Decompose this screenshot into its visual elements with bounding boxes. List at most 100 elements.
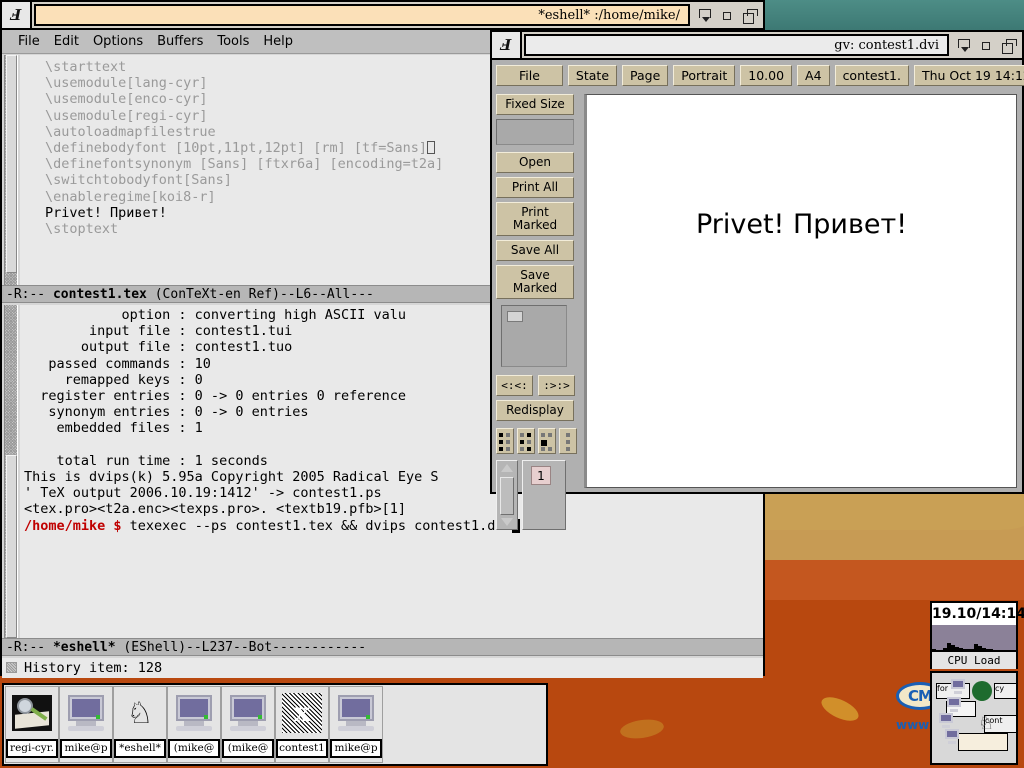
task-mike-at-p-1[interactable]: mike@p <box>59 686 113 763</box>
menu-edit[interactable]: Edit <box>48 33 85 50</box>
editor-cursor <box>427 141 436 155</box>
task-label: mike@p <box>330 739 382 758</box>
ghostscript-logo-icon <box>972 681 992 701</box>
pager-window-cy[interactable]: cy <box>994 683 1016 699</box>
task-label: (mike@ <box>222 739 274 758</box>
next-page-button[interactable]: :>:> <box>538 375 575 396</box>
gv-sidebar[interactable]: Fixed Size Open Print All Print Marked S… <box>496 94 578 530</box>
task-label: *eshell* <box>114 739 166 758</box>
state-menu-button[interactable]: State <box>567 64 618 86</box>
open-button[interactable]: Open <box>496 152 574 173</box>
editor-scrollbar[interactable] <box>4 55 18 285</box>
minibuffer-marker <box>6 662 17 673</box>
page-list[interactable]: 1 <box>522 460 566 530</box>
shade-button[interactable] <box>958 38 971 52</box>
gv-window-controls[interactable] <box>949 32 1022 58</box>
gv-toolbar[interactable]: File State Page Portrait 10.00 A4 contes… <box>492 60 1024 90</box>
menu-options[interactable]: Options <box>87 33 149 50</box>
document-rendered-text: Privet! Привет! <box>695 209 908 240</box>
taskbar[interactable]: regi-cyr. mike@p ♘ *eshell* (mike@ (mike… <box>2 683 548 766</box>
shade-button[interactable] <box>699 8 712 22</box>
task-label: contest1 <box>276 739 328 758</box>
menu-help[interactable]: Help <box>257 33 299 50</box>
close-button[interactable] <box>743 8 758 24</box>
task-mike-at-p-4[interactable]: mike@p <box>329 686 383 763</box>
shell-modeline-buffer: *eshell* <box>52 640 116 655</box>
lightning-icon: Ⅎ <box>492 32 522 58</box>
monitor-icon <box>946 697 964 714</box>
wallpaper-www-text: www. <box>896 718 934 732</box>
gv-titlebar[interactable]: Ⅎ gv: contest1.dvi <box>492 32 1022 60</box>
redisplay-button[interactable]: Redisplay <box>496 400 574 421</box>
shell-modeline: -R:-- *eshell* (EShell)--L237--Bot------… <box>2 638 763 656</box>
gv-title-text: gv: contest1.dvi <box>524 34 949 56</box>
mark-all-even-button[interactable] <box>496 428 514 454</box>
task-eshell[interactable]: ♘ *eshell* <box>113 686 167 763</box>
page-thumbnail-panner[interactable] <box>501 305 567 367</box>
scrollbar-thumb[interactable] <box>500 477 514 515</box>
unmark-button[interactable] <box>538 428 556 454</box>
page-menu-button[interactable]: Page <box>622 64 669 86</box>
task-label: mike@p <box>60 739 112 758</box>
book-magnifier-icon <box>9 687 55 739</box>
cpu-load-label: CPU Load <box>932 652 1016 669</box>
file-menu-button[interactable]: File <box>496 64 563 86</box>
mark-all-odd-button[interactable] <box>517 428 535 454</box>
cpu-load-graph <box>932 625 1016 652</box>
save-marked-button[interactable]: Save Marked <box>496 265 574 299</box>
close-button[interactable] <box>1002 38 1017 54</box>
print-all-button[interactable]: Print All <box>496 177 574 198</box>
menu-tools[interactable]: Tools <box>211 33 255 50</box>
gv-mark-buttons[interactable] <box>496 428 578 454</box>
pager-window-small[interactable] <box>958 733 1008 751</box>
emacs-titlebar[interactable]: Ⅎ *eshell* :/home/mike/ <box>2 2 763 30</box>
page-number-1[interactable]: 1 <box>531 466 551 485</box>
scale-button[interactable]: 10.00 <box>740 64 793 86</box>
gv-nav-buttons[interactable]: <:<: :>:> <box>496 375 578 396</box>
menu-file[interactable]: File <box>12 33 46 50</box>
task-mike-at-p-3[interactable]: (mike@ <box>221 686 275 763</box>
monitor-icon <box>938 713 956 730</box>
toggle-marks-button[interactable] <box>559 428 577 454</box>
editor-modeline-buffer: contest1.tex <box>52 287 147 302</box>
gnu-head-icon: ♘ <box>126 695 154 731</box>
page-list-scrollbar[interactable] <box>496 460 518 530</box>
fixed-size-button[interactable]: Fixed Size <box>496 94 574 115</box>
task-regi-cyr[interactable]: regi-cyr. <box>5 686 59 763</box>
gv-status-panel <box>496 119 574 145</box>
previous-page-button[interactable]: <:<: <box>496 375 533 396</box>
shell-scrollbar[interactable] <box>4 305 18 638</box>
monitor-icon <box>63 687 109 739</box>
task-contest1[interactable]: x contest1 <box>275 686 329 763</box>
save-all-button[interactable]: Save All <box>496 240 574 261</box>
maximize-button[interactable] <box>721 9 734 22</box>
paper-size-button[interactable]: A4 <box>797 64 830 86</box>
cpu-load-applet[interactable]: 19.10/14:14 CPU Load <box>930 601 1024 669</box>
shell-modeline-suffix: (EShell)--L237--Bot------------ <box>115 640 367 655</box>
gv-page-list-area[interactable]: 1 <box>496 460 578 530</box>
scroll-down-icon[interactable] <box>501 518 513 526</box>
maximize-button[interactable] <box>980 39 993 52</box>
monitor-icon <box>950 679 968 696</box>
menu-buffers[interactable]: Buffers <box>151 33 209 50</box>
monitor-icon <box>333 687 379 739</box>
filename-button[interactable]: contest1. <box>834 64 909 86</box>
timestamp-button[interactable]: Thu Oct 19 14:12:38 <box>913 64 1024 86</box>
print-marked-button[interactable]: Print Marked <box>496 202 574 236</box>
gv-window[interactable]: Ⅎ gv: contest1.dvi File State Page Portr… <box>490 30 1024 530</box>
task-mike-at-p-2[interactable]: (mike@ <box>167 686 221 763</box>
minibuffer[interactable]: History item: 128 <box>2 658 763 678</box>
editor-modeline-suffix: (ConTeXt-en Ref)--L6--All--- <box>146 287 374 302</box>
scroll-up-icon[interactable] <box>501 464 513 472</box>
task-label: (mike@ <box>168 739 220 758</box>
task-label: regi-cyr. <box>6 739 58 758</box>
panner-handle[interactable] <box>507 311 523 322</box>
emacs-window-controls[interactable] <box>690 2 763 28</box>
orientation-button[interactable]: Portrait <box>673 64 736 86</box>
gnu-head-icon: ♘ <box>978 713 995 734</box>
lightning-icon: Ⅎ <box>2 2 32 28</box>
gv-page-view[interactable]: Privet! Привет! <box>584 94 1017 488</box>
monitor-icon <box>944 729 962 746</box>
minibuffer-text: History item: 128 <box>24 660 163 676</box>
window-pager-applet[interactable]: for cy cont ♘ <box>930 671 1018 765</box>
